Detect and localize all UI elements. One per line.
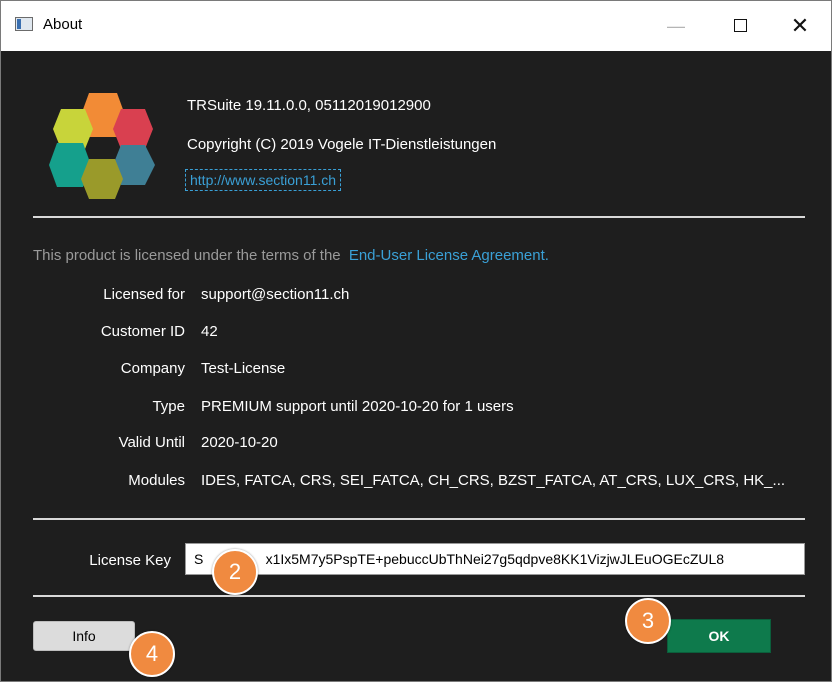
window-title: About [43, 16, 83, 33]
about-dialog: About — ✕ TRSuite 19.11.0.0, 05112019012… [0, 0, 832, 682]
license-key-input[interactable] [185, 543, 805, 575]
modules-label: Modules [128, 472, 185, 489]
valid-until-value: 2020-10-20 [201, 434, 278, 451]
logo-hex-bottom [81, 159, 123, 199]
divider-bottom [33, 595, 805, 597]
info-button[interactable]: Info [33, 621, 135, 651]
title-bar[interactable]: About — ✕ [1, 1, 831, 51]
step-badge-3: 3 [625, 598, 671, 644]
license-terms-text: This product is licensed under the terms… [33, 247, 341, 264]
eula-link[interactable]: End-User License Agreement. [349, 247, 549, 264]
licensed-for-label: Licensed for [103, 286, 185, 303]
customer-id-value: 42 [201, 323, 218, 340]
close-button[interactable]: ✕ [785, 13, 815, 39]
license-key-label: License Key [89, 552, 171, 569]
divider-middle [33, 518, 805, 520]
license-terms: This product is licensed under the terms… [33, 247, 549, 264]
type-value: PREMIUM support until 2020-10-20 for 1 u… [201, 398, 514, 415]
licensed-for-value: support@section11.ch [201, 286, 350, 303]
valid-until-label: Valid Until [118, 434, 185, 451]
company-label: Company [120, 360, 185, 377]
divider-top [33, 216, 805, 218]
type-label: Type [152, 398, 185, 415]
dialog-content: TRSuite 19.11.0.0, 05112019012900 Copyri… [1, 51, 831, 681]
customer-id-label: Customer ID [100, 323, 185, 340]
step-badge-2: 2 [212, 549, 258, 595]
company-value: Test-License [201, 360, 286, 377]
maximize-button[interactable] [727, 13, 757, 39]
website-link[interactable]: http://www.section11.ch [185, 169, 342, 191]
minimize-button[interactable]: — [661, 13, 691, 39]
app-icon [15, 17, 33, 31]
ok-button[interactable]: OK [667, 619, 771, 653]
step-badge-4: 4 [129, 631, 175, 677]
modules-value: IDES, FATCA, CRS, SEI_FATCA, CH_CRS, BZS… [201, 472, 786, 489]
copyright-text: Copyright (C) 2019 Vogele IT-Dienstleist… [187, 136, 497, 153]
logo-hex-right-top [113, 109, 153, 149]
product-version: TRSuite 19.11.0.0, 05112019012900 [187, 97, 431, 114]
hexagon-flower-logo-icon [49, 93, 155, 199]
